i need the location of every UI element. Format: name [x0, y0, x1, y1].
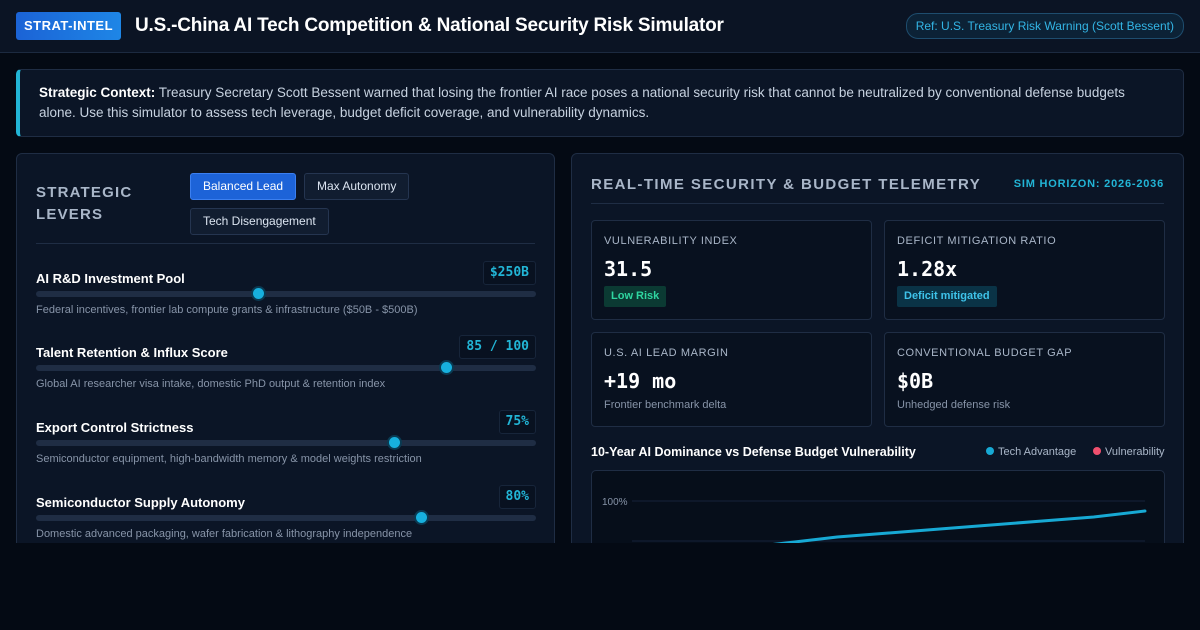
slider-thumb[interactable] — [439, 360, 454, 375]
slider-thumb[interactable] — [414, 510, 429, 525]
lever-value: $250B — [482, 261, 536, 285]
lever-value: 80% — [498, 485, 536, 509]
card-label: CONVENTIONAL BUDGET GAP — [897, 347, 1073, 359]
strategic-context-banner: Strategic Context: Treasury Secretary Sc… — [16, 69, 1184, 137]
telemetry-divider — [591, 203, 1164, 204]
context-text: Treasury Secretary Scott Bessent warned … — [39, 85, 1125, 120]
card-value: $0B — [897, 369, 934, 393]
context-label: Strategic Context: — [39, 85, 156, 100]
levers-divider — [36, 243, 535, 244]
export-control-slider[interactable] — [36, 435, 536, 450]
card-label: DEFICIT MITIGATION RATIO — [897, 235, 1057, 247]
budget-gap-card: CONVENTIONAL BUDGET GAP $0B Unhedged def… — [884, 332, 1165, 427]
legend-label: Vulnerability — [1105, 446, 1165, 458]
lever-description: Global AI researcher visa intake, domest… — [36, 378, 386, 390]
status-badge: Low Risk — [604, 286, 667, 307]
strategic-levers-panel: STRATEGIC LEVERS Balanced Lead Max Auton… — [16, 153, 555, 553]
legend-label: Tech Advantage — [998, 446, 1077, 458]
ai-rd-investment-slider[interactable] — [36, 286, 536, 301]
viewport-background — [0, 543, 1200, 630]
vulnerability-index-card: VULNERABILITY INDEX 31.5 Low Risk — [591, 220, 872, 320]
lever-export-control: Export Control Strictness 75% Semiconduc… — [36, 410, 536, 470]
lever-description: Federal incentives, frontier lab compute… — [36, 304, 418, 316]
status-badge: Deficit mitigated — [897, 286, 997, 307]
app-header: STRAT-INTEL U.S.-China AI Tech Competiti… — [0, 0, 1200, 53]
telemetry-panel: REAL-TIME SECURITY & BUDGET TELEMETRY SI… — [571, 153, 1184, 590]
lever-value: 85 / 100 — [459, 335, 536, 359]
y-tick-label: 100% — [602, 497, 628, 508]
card-value: 31.5 — [604, 257, 653, 281]
brand-logo: STRAT-INTEL — [16, 12, 122, 40]
lever-description: Domestic advanced packaging, wafer fabri… — [36, 528, 413, 540]
telemetry-title: REAL-TIME SECURITY & BUDGET TELEMETRY — [591, 176, 982, 193]
chart-title: 10-Year AI Dominance vs Defense Budget V… — [591, 445, 916, 459]
card-value: 1.28x — [897, 257, 958, 281]
semiconductor-autonomy-slider[interactable] — [36, 510, 536, 525]
card-subtext: Unhedged defense risk — [897, 399, 1011, 411]
card-label: VULNERABILITY INDEX — [604, 235, 738, 247]
preset-max-autonomy-button[interactable]: Max Autonomy — [304, 173, 410, 200]
sim-horizon-label: SIM HORIZON: 2026-2036 — [1013, 178, 1164, 190]
lever-description: Semiconductor equipment, high-bandwidth … — [36, 453, 422, 465]
preset-balanced-lead-button[interactable]: Balanced Lead — [190, 173, 297, 200]
lever-label: AI R&D Investment Pool — [36, 271, 185, 286]
deficit-mitigation-card: DEFICIT MITIGATION RATIO 1.28x Deficit m… — [884, 220, 1165, 320]
lever-label: Talent Retention & Influx Score — [36, 345, 228, 360]
levers-title: STRATEGIC LEVERS — [36, 184, 133, 223]
card-label: U.S. AI LEAD MARGIN — [604, 347, 729, 359]
preset-tech-disengagement-button[interactable]: Tech Disengagement — [190, 208, 329, 235]
legend-dot — [986, 447, 994, 455]
lever-label: Semiconductor Supply Autonomy — [36, 495, 245, 510]
slider-thumb[interactable] — [386, 435, 402, 450]
lever-label: Export Control Strictness — [36, 420, 194, 435]
legend-dot — [1093, 447, 1101, 455]
lever-semiconductor-autonomy: Semiconductor Supply Autonomy 80% Domest… — [36, 485, 536, 545]
lever-ai-rd-investment: AI R&D Investment Pool $250B Federal inc… — [36, 261, 536, 321]
lever-value: 75% — [498, 410, 536, 434]
slider-thumb[interactable] — [251, 286, 266, 301]
talent-retention-slider[interactable] — [36, 360, 536, 375]
reference-badge[interactable]: Ref: U.S. Treasury Risk Warning (Scott B… — [905, 13, 1184, 39]
lever-talent-retention: Talent Retention & Influx Score 85 / 100… — [36, 335, 536, 395]
ai-lead-margin-card: U.S. AI LEAD MARGIN +19 mo Frontier benc… — [591, 332, 872, 427]
legend-item-tech-advantage: Tech Advantage — [986, 446, 1076, 458]
card-value: +19 mo — [604, 369, 677, 393]
card-subtext: Frontier benchmark delta — [604, 399, 727, 411]
legend-item-vulnerability: Vulnerability — [1093, 446, 1165, 458]
app-title: U.S.-China AI Tech Competition & Nationa… — [135, 15, 724, 36]
